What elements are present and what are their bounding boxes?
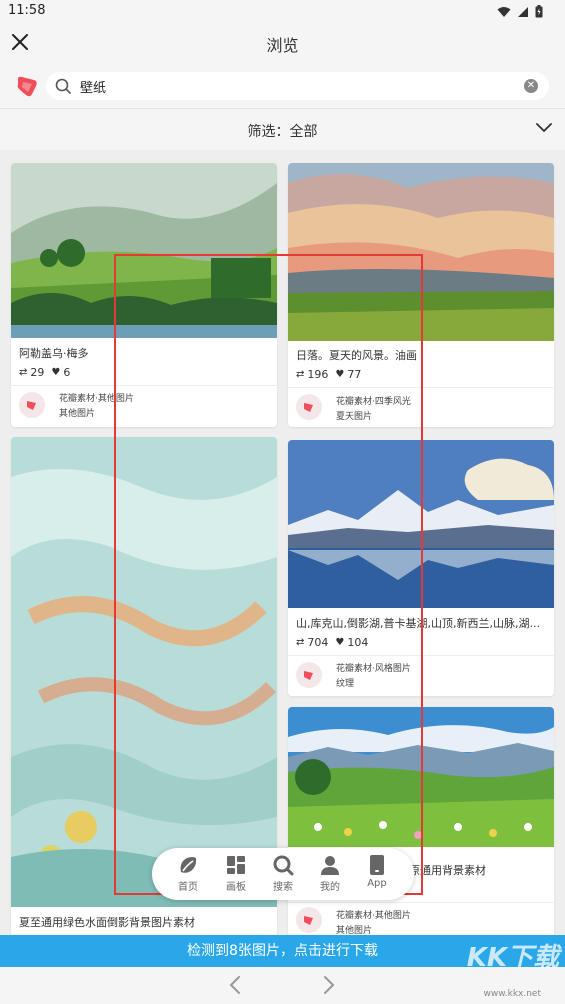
chevron-down-icon[interactable] <box>535 121 553 135</box>
repin-icon: ⇄ <box>19 367 28 378</box>
pin-image <box>288 163 554 341</box>
home-icon <box>180 857 197 873</box>
filter-row[interactable]: 筛选：全部 <box>0 108 565 150</box>
avatar[interactable] <box>296 907 322 933</box>
search-query: 壁纸 <box>80 81 107 96</box>
tab-label: App <box>367 878 387 889</box>
watermark-url: www.kkx.net <box>483 989 542 999</box>
pin-image <box>288 440 554 608</box>
petal-icon <box>304 671 313 680</box>
tab-search[interactable]: 搜索 <box>261 854 305 896</box>
pin-title: 夏至通用绿色水面倒影背景图片素材 <box>19 916 195 929</box>
watermark-brand: KK下载 <box>466 943 559 973</box>
source-board: 花瓣素材·其他图片 <box>336 911 411 921</box>
pin-title: 日落。夏天的风景。油画 <box>296 349 417 362</box>
forward-arrow-icon[interactable] <box>318 974 338 996</box>
repin-count: 704 <box>307 636 329 649</box>
pin-title: 草原通用背景素材 <box>398 864 486 877</box>
avatar[interactable] <box>296 662 322 688</box>
card-divider <box>288 655 554 656</box>
pin-stats: ⇄ 196 ♥ 77 <box>296 368 361 381</box>
avatar[interactable] <box>19 392 45 418</box>
petal-icon <box>27 401 36 410</box>
tab-label: 我的 <box>320 882 340 893</box>
tab-label: 首页 <box>178 882 198 893</box>
status-bar: 11:58 <box>0 0 565 24</box>
app-logo-icon[interactable] <box>14 73 40 99</box>
source-board: 花瓣素材·风格图片 <box>336 664 411 674</box>
pin-card[interactable]: 草原通用背景素材 花瓣素材·其他图片 其他图片 <box>288 707 554 935</box>
repin-count: 29 <box>30 366 45 379</box>
clear-icon[interactable]: ✕ <box>524 79 538 93</box>
search-icon <box>273 855 294 876</box>
like-count: 6 <box>63 366 71 379</box>
pin-card[interactable]: 日落。夏天的风景。油画 ⇄ 196 ♥ 77 花瓣素材·四季风光 夏天图片 <box>288 163 554 427</box>
source-category: 其他图片 <box>336 926 373 935</box>
battery-icon <box>535 5 543 18</box>
avatar[interactable] <box>296 394 322 420</box>
tab-label: 搜索 <box>273 882 293 893</box>
pin-image <box>288 707 554 847</box>
bottom-tab-bar: 首页 画板 搜索 我的 App <box>152 848 414 900</box>
pin-title: 阿勒盖乌·梅多 <box>19 347 89 360</box>
source-board: 花瓣素材·其他图片 <box>59 394 134 404</box>
status-time: 11:58 <box>8 3 46 18</box>
profile-icon <box>321 856 339 875</box>
image-grid: 阿勒盖乌·梅多 ⇄ 29 ♥ 6 花瓣素材·其他图片 其他图片 日落。夏天的风景… <box>0 150 565 935</box>
status-icons <box>497 5 543 18</box>
tab-home[interactable]: 首页 <box>166 854 210 896</box>
tab-label: 画板 <box>226 882 246 893</box>
search-input[interactable]: 壁纸 ✕ <box>46 72 549 100</box>
heart-icon: ♥ <box>335 369 345 380</box>
like-count: 77 <box>347 368 362 381</box>
petal-icon <box>304 403 313 412</box>
card-divider <box>288 902 554 903</box>
page-title: 浏览 <box>266 36 299 55</box>
app-bar: 浏览 <box>0 24 565 64</box>
tab-profile[interactable]: 我的 <box>308 854 352 896</box>
source-category: 其他图片 <box>59 409 96 419</box>
back-arrow-icon[interactable] <box>226 974 246 996</box>
app-icon <box>370 855 384 875</box>
repin-icon: ⇄ <box>296 637 305 648</box>
pin-image <box>11 163 277 338</box>
pin-card[interactable]: 山,库克山,倒影湖,普卡基湖,山顶,新西兰,山脉,湖... ⇄ 704 ♥ 10… <box>288 440 554 696</box>
search-icon <box>55 78 71 94</box>
tab-app[interactable]: App <box>355 854 399 896</box>
source-category: 纹理 <box>336 679 355 689</box>
like-count: 104 <box>347 636 369 649</box>
card-divider <box>288 387 554 388</box>
wifi-icon <box>497 6 511 17</box>
tab-boards[interactable]: 画板 <box>214 854 258 896</box>
heart-icon: ♥ <box>335 637 345 648</box>
pin-stats: ⇄ 29 ♥ 6 <box>19 366 70 379</box>
source-category: 夏天图片 <box>336 412 373 422</box>
card-divider <box>11 385 277 386</box>
heart-icon: ♥ <box>51 367 61 378</box>
pin-title: 山,库克山,倒影湖,普卡基湖,山顶,新西兰,山脉,湖... <box>296 617 540 630</box>
search-row: 壁纸 ✕ <box>0 64 565 108</box>
pin-image <box>11 437 277 907</box>
pin-card[interactable]: 阿勒盖乌·梅多 ⇄ 29 ♥ 6 花瓣素材·其他图片 其他图片 <box>11 163 277 427</box>
petal-icon <box>304 916 313 925</box>
signal-icon <box>518 6 528 17</box>
browser-nav-bar: KK下载 www.kkx.net <box>0 943 565 1004</box>
repin-icon: ⇄ <box>296 369 305 380</box>
source-board: 花瓣素材·四季风光 <box>336 397 411 407</box>
boards-icon <box>227 856 245 874</box>
repin-count: 196 <box>307 368 329 381</box>
pin-stats: ⇄ 704 ♥ 104 <box>296 636 368 649</box>
filter-label: 筛选：全部 <box>247 124 318 140</box>
